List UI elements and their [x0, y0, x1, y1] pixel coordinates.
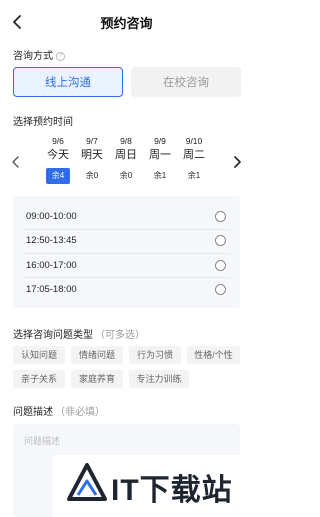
description-placeholder: 问题描述 [24, 436, 61, 446]
issue-tag[interactable]: 性格/个性 [187, 346, 240, 364]
method-online-button[interactable]: 线上沟通 [13, 67, 123, 97]
issue-tag[interactable]: 专注力训练 [129, 370, 189, 388]
info-icon[interactable]: ? [56, 51, 65, 61]
chevron-left-icon[interactable] [10, 156, 22, 168]
watermark-text: IT下载站 [111, 474, 233, 507]
issue-tag[interactable]: 亲子关系 [13, 370, 65, 388]
date-month-day: 9/7 [86, 136, 98, 146]
time-slot[interactable]: 16:00-17:00 [13, 253, 240, 277]
time-slot[interactable]: 12:50-13:45 [13, 228, 240, 252]
desc-label: 问题描述 [13, 407, 53, 418]
time-slot-label: 16:00-17:00 [26, 259, 77, 271]
radio-button[interactable] [215, 259, 226, 271]
page-title: 预约咨询 [100, 15, 153, 31]
radio-button[interactable] [215, 283, 226, 295]
date-remaining-badge: 余4 [46, 168, 70, 184]
method-section-label: 咨询方式? [13, 47, 65, 62]
nav-bar: 预约咨询 [0, 0, 253, 44]
issue-tag[interactable]: 行为习惯 [129, 346, 181, 364]
date-remaining-badge: 余1 [187, 171, 201, 180]
date-picker: 9/6 今天 余4 9/7 明天 余0 9/8 周日 余0 9/9 周一 余1 … [0, 128, 253, 192]
time-slot-label: 17:05-18:00 [26, 283, 77, 295]
radio-button[interactable] [215, 234, 226, 246]
date-weekday: 今天 [47, 149, 69, 161]
issue-tag[interactable]: 情绪问题 [71, 346, 123, 364]
method-school-button[interactable]: 在校咨询 [131, 67, 241, 97]
desc-section-label: 问题描述 （非必填） [13, 403, 105, 418]
date-weekday: 周一 [149, 149, 171, 161]
date-month-day: 9/10 [185, 136, 203, 146]
time-slot[interactable]: 17:05-18:00 [13, 277, 240, 301]
date-remaining-badge: 余0 [119, 171, 133, 180]
date-item[interactable]: 9/7 明天 余0 [77, 128, 107, 184]
date-remaining-badge: 余0 [85, 171, 99, 180]
date-section-label: 选择预约时间 [13, 117, 73, 128]
date-remaining-badge: 余1 [153, 171, 167, 180]
triangle-logo-icon [67, 463, 107, 501]
back-arrow-icon[interactable] [10, 14, 26, 30]
chevron-right-icon[interactable] [231, 156, 243, 168]
time-slot-label: 09:00-10:00 [26, 210, 77, 222]
method-school-label: 在校咨询 [163, 77, 209, 89]
watermark: IT下载站 [53, 455, 253, 517]
date-month-day: 9/6 [52, 136, 64, 146]
date-month-day: 9/9 [154, 136, 166, 146]
time-slot-list: 09:00-10:00 12:50-13:45 16:00-17:00 17:0… [13, 196, 240, 308]
issue-hint: （可多选） [95, 330, 145, 341]
date-item[interactable]: 9/8 周日 余0 [111, 128, 141, 184]
issue-tag[interactable]: 家庭养育 [71, 370, 123, 388]
date-item[interactable]: 9/9 周一 余1 [145, 128, 175, 184]
method-online-label: 线上沟通 [45, 77, 91, 89]
date-month-day: 9/8 [120, 136, 132, 146]
issue-tag[interactable]: 认知问题 [13, 346, 65, 364]
time-slot[interactable]: 09:00-10:00 [13, 204, 240, 228]
date-weekday: 明天 [81, 149, 103, 161]
issue-label: 选择咨询问题类型 [13, 330, 93, 341]
date-item[interactable]: 9/10 周二 余1 [179, 128, 209, 184]
time-slot-label: 12:50-13:45 [26, 234, 77, 246]
radio-button[interactable] [215, 210, 226, 222]
date-weekday: 周二 [183, 149, 205, 161]
issue-section-label: 选择咨询问题类型 （可多选） [13, 326, 145, 341]
desc-hint: （非必填） [55, 407, 105, 418]
date-weekday: 周日 [115, 149, 137, 161]
date-item[interactable]: 9/6 今天 余4 [43, 128, 73, 184]
method-label: 咨询方式 [13, 51, 53, 62]
